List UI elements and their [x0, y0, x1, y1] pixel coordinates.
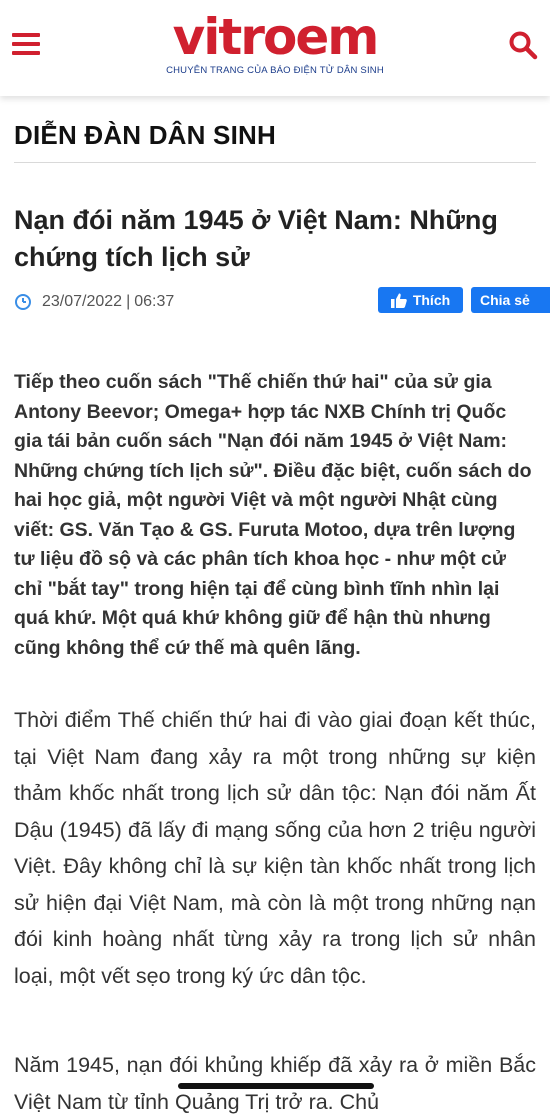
site-logo[interactable]: vitroem CHUYÊN TRANG CỦA BÁO ĐIỆN TỬ DÂN… — [151, 9, 399, 83]
hamburger-menu-icon[interactable] — [12, 33, 40, 57]
logo-tagline: CHUYÊN TRANG CỦA BÁO ĐIỆN TỬ DÂN SINH — [166, 65, 384, 76]
article-meta: 23/07/2022 | 06:37 — [14, 293, 174, 311]
thumbs-up-icon — [390, 293, 407, 308]
search-icon[interactable] — [508, 30, 538, 60]
logo-wordmark: vitroem — [172, 8, 380, 66]
publish-date: 23/07/2022 — [42, 293, 123, 310]
publish-time: 06:37 — [134, 293, 175, 310]
home-indicator[interactable] — [178, 1083, 374, 1089]
facebook-like-button[interactable]: Thích — [378, 287, 463, 313]
article-sapo: Tiếp theo cuốn sách "Thế chiến thứ hai" … — [14, 371, 532, 659]
section-divider — [14, 162, 536, 163]
clock-icon — [15, 294, 31, 310]
facebook-share-button[interactable]: Chia sẻ — [471, 287, 550, 313]
meta-separator: | — [126, 293, 131, 310]
site-header: vitroem CHUYÊN TRANG CỦA BÁO ĐIỆN TỬ DÂN… — [0, 0, 550, 96]
section-title[interactable]: DIỄN ĐÀN DÂN SINH — [14, 120, 276, 151]
article-title: Nạn đói năm 1945 ở Việt Nam: Những chứng… — [14, 205, 498, 272]
like-label: Thích — [412, 292, 451, 308]
share-label: Chia sẻ — [480, 292, 530, 308]
article-paragraph: Thời điểm Thế chiến thứ hai đi vào giai … — [14, 708, 536, 988]
